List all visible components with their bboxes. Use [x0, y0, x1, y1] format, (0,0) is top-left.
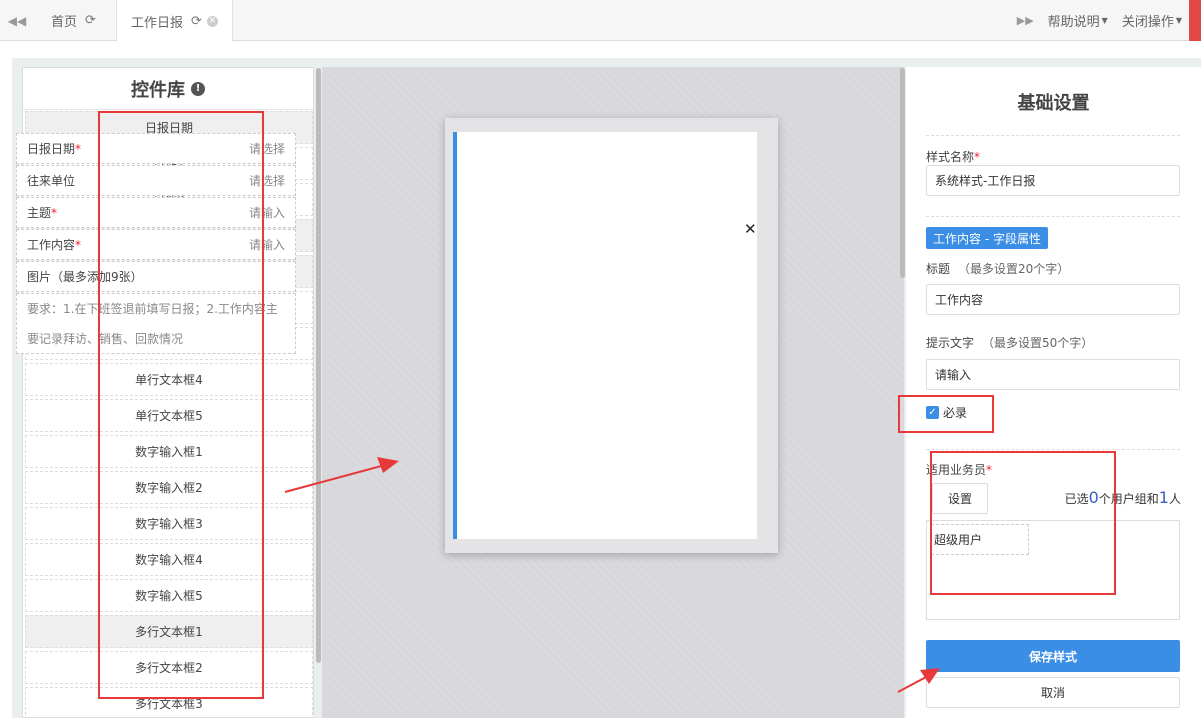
annotation-arrows — [284, 457, 940, 693]
annotation-arrowhead — [377, 457, 399, 473]
annotation-arrow-line — [284, 464, 386, 493]
annotation-arrowhead — [920, 668, 940, 684]
annotation-arrow-line — [897, 675, 929, 693]
